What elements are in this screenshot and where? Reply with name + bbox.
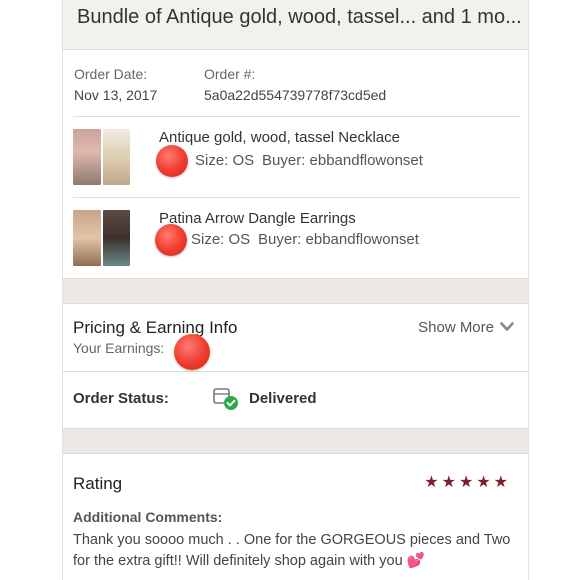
order-number-value: 5a0a22d554739778f73cd5ed	[204, 87, 387, 103]
comment-body: Thank you soooo much . . One for the GOR…	[73, 532, 511, 569]
title-bar: Bundle of Antique gold, wood, tassel... …	[63, 0, 528, 50]
star-icon: ★	[458, 474, 474, 491]
order-number-label: Order #:	[204, 66, 256, 82]
star-icon: ★	[493, 474, 508, 491]
order-date-label: Order Date:	[74, 66, 148, 82]
order-meta: Order Date: Nov 13, 2017 Order #: 5a0a22…	[63, 50, 528, 116]
order-status-label: Order Status:	[73, 390, 169, 407]
item-name[interactable]: Patina Arrow Dangle Earrings	[159, 210, 356, 227]
order-status-value: Delivered	[249, 390, 317, 407]
order-date: Order Date: Nov 13, 2017	[74, 64, 204, 116]
item-buyer: Buyer: ebbandflowonset	[262, 152, 423, 169]
redaction-dot	[174, 334, 210, 370]
comment-text: Thank you soooo much . . One for the GOR…	[73, 530, 523, 572]
redaction-dot	[155, 224, 187, 256]
item-thumbnail[interactable]	[73, 210, 130, 266]
star-rating: ★ ★ ★ ★ ★	[424, 472, 508, 492]
order-date-value: Nov 13, 2017	[74, 87, 158, 103]
thumbnail-image-right	[102, 129, 130, 185]
rating-title: Rating	[73, 474, 123, 493]
star-icon: ★	[476, 474, 491, 491]
item-buyer: Buyer: ebbandflowonset	[258, 231, 419, 248]
list-item-earrings[interactable]: Patina Arrow Dangle Earrings Size: OS Bu…	[63, 198, 528, 278]
section-separator	[63, 278, 528, 304]
item-name[interactable]: Antique gold, wood, tassel Necklace	[159, 129, 400, 146]
chevron-down-icon	[500, 319, 514, 336]
comments-label: Additional Comments:	[73, 509, 223, 525]
order-detail-card: Bundle of Antique gold, wood, tassel... …	[62, 0, 529, 580]
list-item-necklace[interactable]: Antique gold, wood, tassel Necklace Size…	[63, 117, 528, 197]
delivered-box-check-icon	[212, 386, 240, 412]
star-icon: ★	[424, 474, 439, 491]
heart-emoji-icon: 💕	[406, 553, 425, 569]
item-thumbnail[interactable]	[73, 129, 130, 185]
show-more-label: Show More	[418, 319, 494, 336]
show-more-button[interactable]: Show More	[418, 319, 514, 336]
rating-section: Rating ★ ★ ★ ★ ★ Additional Comments: Th…	[63, 454, 528, 580]
star-icon: ★	[441, 474, 456, 491]
pricing-section[interactable]: Pricing & Earning Info Your Earnings: Sh…	[63, 304, 528, 372]
order-title: Bundle of Antique gold, wood, tassel... …	[77, 6, 522, 28]
item-size: Size: OS	[191, 231, 251, 248]
order-number: Order #: 5a0a22d554739778f73cd5ed	[204, 64, 386, 116]
thumbnail-image-right	[102, 210, 130, 266]
order-status-row: Order Status: Delivered	[63, 372, 528, 428]
thumbnail-image-left	[73, 129, 101, 185]
section-separator	[63, 428, 528, 454]
earnings-label: Your Earnings:	[73, 340, 165, 356]
pricing-title: Pricing & Earning Info	[73, 318, 238, 337]
redaction-dot	[156, 145, 188, 177]
item-size: Size: OS	[195, 152, 255, 169]
thumbnail-image-left	[73, 210, 101, 266]
